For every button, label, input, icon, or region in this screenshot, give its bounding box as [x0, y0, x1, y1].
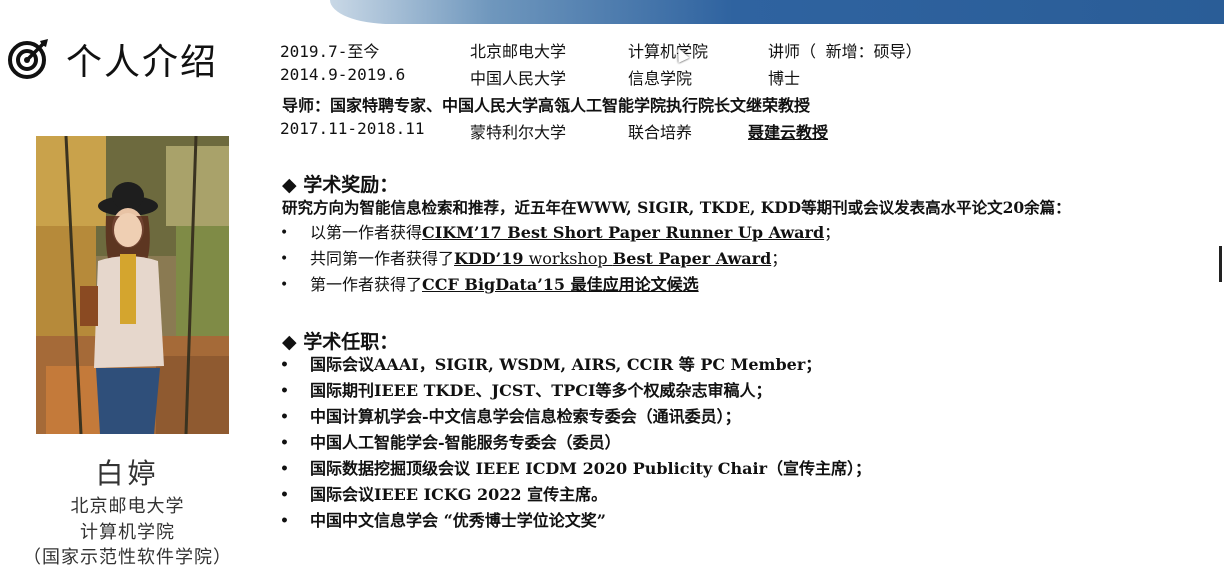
position-text: 国际数据挖掘顶级会议 IEEE ICDM 2020 Publicity Chai…: [310, 459, 872, 478]
bullet: •: [280, 487, 289, 503]
list-item: • 中国中文信息学会 “优秀博士学位论文奖”: [280, 508, 871, 534]
award-name: CCF BigData’15 最佳应用论文候选: [422, 275, 699, 294]
target-icon: [8, 39, 48, 79]
education-period: 2014.9-2019.6: [280, 65, 406, 84]
education-department: 信息学院: [628, 69, 693, 88]
position-text: 国际会议IEEE ICKG 2022 宣传主席。: [310, 485, 608, 504]
list-item: • 共同第一作者获得了KDD’19 workshop Best Paper Aw…: [280, 246, 840, 272]
positions-list: • 国际会议AAAI，SIGIR, WSDM, AIRS, CCIR 等 PC M…: [280, 352, 871, 534]
bullet: •: [280, 461, 289, 477]
bullet: •: [280, 277, 289, 293]
profile-college: 计算机学院: [80, 522, 175, 543]
awards-list: • 以第一作者获得CIKM’17 Best Short Paper Runner…: [280, 220, 840, 298]
list-item: • 以第一作者获得CIKM’17 Best Short Paper Runner…: [280, 220, 840, 246]
award-name-part: Best Paper Award: [612, 249, 772, 268]
education-title: 博士: [768, 69, 801, 88]
bullet: •: [280, 251, 289, 267]
edge-marker: [1219, 246, 1222, 282]
header-decorative-band: [330, 0, 1224, 24]
award-suffix: ；: [771, 249, 788, 268]
bullet: •: [280, 357, 289, 373]
position-text: 国际会议AAAI，SIGIR, WSDM, AIRS, CCIR 等 PC Me…: [310, 355, 822, 374]
bullet: •: [280, 409, 289, 425]
award-name-part: workshop: [523, 249, 613, 268]
position-text: 国际期刊IEEE TKDE、JCST、TPCI等多个权威杂志审稿人；: [310, 381, 772, 400]
list-item: • 国际会议IEEE ICKG 2022 宣传主席。: [280, 482, 871, 508]
position-text: 中国计算机学会-中文信息学会信息检索专委会（通讯委员）；: [310, 407, 741, 426]
positions-heading: ◆ 学术任职：: [282, 331, 399, 353]
list-item: • 国际期刊IEEE TKDE、JCST、TPCI等多个权威杂志审稿人；: [280, 378, 871, 404]
joint-program: 联合培养: [628, 123, 693, 142]
profile-photo: [36, 136, 229, 434]
advisor-line: 导师：国家特聘专家、中国人民大学高瓴人工智能学院执行院长文继荣教授: [282, 96, 811, 115]
list-item: • 第一作者获得了CCF BigData’15 最佳应用论文候选: [280, 272, 840, 298]
list-item: • 中国人工智能学会-智能服务专委会（委员）: [280, 430, 871, 456]
education-department: 计算机学院: [628, 42, 709, 61]
section-header: 个人介绍: [6, 34, 218, 84]
award-name-part: KDD’19: [454, 249, 524, 268]
list-item: • 国际会议AAAI，SIGIR, WSDM, AIRS, CCIR 等 PC M…: [280, 352, 871, 378]
position-text: 中国中文信息学会 “优秀博士学位论文奖”: [310, 511, 606, 530]
page-title: 个人介绍: [66, 42, 219, 83]
education-institution: 北京邮电大学: [470, 42, 567, 61]
education-title: 讲师（ 新增：硕导）: [768, 42, 922, 61]
list-item: • 国际数据挖掘顶级会议 IEEE ICDM 2020 Publicity Cha…: [280, 456, 871, 482]
bullet: •: [280, 513, 289, 529]
position-text: 中国人工智能学会-智能服务专委会（委员）: [310, 433, 621, 452]
profile-name: 白婷: [95, 457, 160, 490]
joint-institution: 蒙特利尔大学: [470, 123, 567, 142]
award-suffix: ；: [824, 223, 841, 242]
bullet: •: [280, 383, 289, 399]
list-item: • 中国计算机学会-中文信息学会信息检索专委会（通讯委员）；: [280, 404, 871, 430]
profile-college-alt: （国家示范性软件学院）: [23, 547, 232, 568]
education-period: 2019.7-至今: [280, 42, 380, 61]
joint-supervisor: 聂建云教授: [748, 123, 829, 142]
award-prefix: 共同第一作者获得了: [310, 249, 455, 268]
education-institution: 中国人民大学: [470, 69, 567, 88]
bullet: •: [280, 435, 289, 451]
award-name: CIKM’17 Best Short Paper Runner Up Award: [422, 223, 825, 242]
awards-heading: ◆ 学术奖励：: [282, 174, 399, 196]
joint-period: 2017.11-2018.11: [280, 119, 425, 138]
bullet: •: [280, 225, 289, 241]
awards-intro: 研究方向为智能信息检索和推荐，近五年在WWW, SIGIR, TKDE, KDD…: [282, 198, 1071, 217]
award-prefix: 以第一作者获得: [310, 223, 423, 242]
award-name: KDD’19 workshop Best Paper Award: [454, 249, 771, 268]
award-prefix: 第一作者获得了: [310, 275, 423, 294]
profile-school: 北京邮电大学: [70, 496, 185, 517]
